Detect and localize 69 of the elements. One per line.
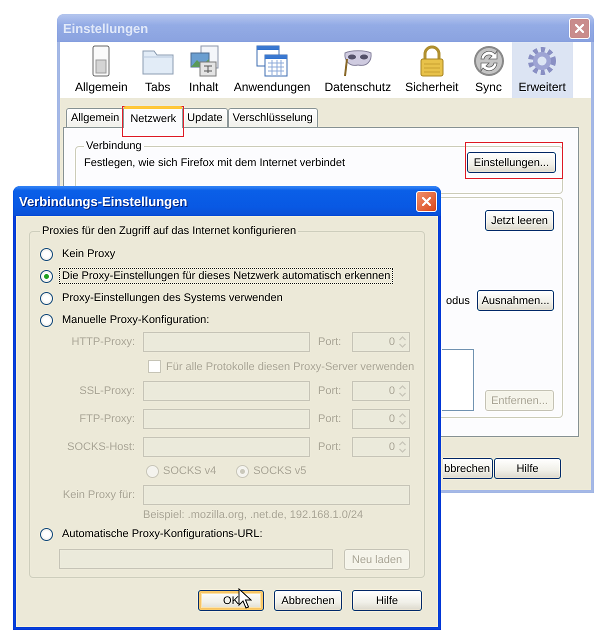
radio-button[interactable] — [40, 270, 53, 282]
tab[interactable]: Allgemein — [66, 108, 124, 127]
tab[interactable]: Netzwerk — [123, 106, 184, 128]
sync-icon — [472, 45, 505, 77]
radio-label: SOCKS v4 — [163, 465, 216, 477]
port-label: Port: — [318, 385, 342, 397]
radio-label: Manuelle Proxy-Konfiguration: — [61, 313, 210, 328]
close-icon — [573, 22, 586, 34]
radio-label: Automatische Proxy-Konfigurations-URL: — [61, 527, 264, 542]
help-button[interactable]: Hilfe — [494, 458, 561, 479]
input-field[interactable] — [59, 549, 333, 569]
spinner-arrows-icon — [397, 411, 408, 427]
tab[interactable]: Verschlüsselung — [228, 108, 318, 127]
toolbar-button[interactable]: Allgemein — [68, 42, 135, 98]
radio-label: Die Proxy-Einstellungen für dieses Netzwerk automatisch erkennen — [59, 268, 394, 284]
radio-label: Proxy-Einstellungen des Systems verwenden — [61, 291, 284, 306]
window-title: Verbindungs-Einstellungen — [19, 194, 188, 208]
checkbox-label: Für alle Protokolle diesen Proxy-Server verwenden — [166, 360, 414, 372]
toolbar-button[interactable]: Inhalt — [180, 42, 227, 98]
documents-icon — [188, 45, 220, 77]
radio-button[interactable] — [40, 248, 53, 260]
toolbar-button[interactable]: Sync — [466, 42, 512, 98]
input-field[interactable] — [143, 332, 310, 352]
toolbar-button[interactable]: Tabs — [134, 42, 181, 98]
list-box[interactable] — [442, 349, 474, 411]
field-label: HTTP-Proxy: — [70, 336, 135, 348]
radio-label: Kein Proxy — [61, 247, 116, 262]
settings-button[interactable]: Einstellungen... — [466, 152, 556, 173]
field-label: SOCKS-Host: — [66, 441, 135, 453]
windows-icon — [256, 45, 288, 77]
spinner-arrows-icon — [397, 334, 408, 350]
toolbar-button[interactable]: Erweitert — [512, 42, 573, 98]
radio-button[interactable] — [40, 528, 53, 540]
gear-icon — [526, 45, 558, 77]
close-button[interactable] — [416, 190, 437, 212]
cancel-button[interactable]: Abbrechen — [274, 590, 342, 611]
toolbar-button[interactable]: Sicherheit — [398, 42, 466, 98]
example-hint: Beispiel: .mozilla.org, .net.de, 192.168.1.0/24 — [143, 509, 364, 521]
group-label: Proxies für den Zugriff auf das Internet konfigurieren — [41, 225, 298, 237]
radio-button[interactable] — [40, 292, 53, 304]
toolbar-button[interactable]: Anwendungen — [226, 42, 318, 98]
close-button[interactable] — [569, 18, 590, 38]
group-label: Verbindung — [85, 140, 143, 152]
clear-now-button[interactable]: Jetzt leeren — [485, 210, 554, 231]
field-label: Kein Proxy für: — [62, 489, 135, 501]
mouse-cursor-icon — [238, 588, 252, 610]
port-label: Port: — [318, 441, 342, 453]
connection-description: Festlegen, wie sich Firefox mit dem Internet verbindet — [84, 156, 346, 168]
cancel-button[interactable]: bbrechen — [443, 458, 493, 479]
input-field[interactable] — [143, 409, 310, 429]
tab[interactable]: Update — [182, 108, 228, 127]
option-label: odus — [446, 294, 470, 306]
close-icon — [420, 194, 433, 208]
port-label: Port: — [318, 336, 342, 348]
input-field[interactable] — [143, 381, 310, 401]
spinner-arrows-icon — [397, 439, 408, 455]
exceptions-button[interactable]: Ausnahmen... — [477, 290, 554, 311]
radio-label: SOCKS v5 — [253, 465, 306, 477]
toolbar-button[interactable]: Datenschutz — [317, 42, 398, 98]
port-label: Port: — [318, 413, 342, 425]
spinner-arrows-icon — [397, 383, 408, 399]
input-field[interactable] — [143, 437, 310, 457]
field-label: SSL-Proxy: — [78, 385, 135, 397]
input-field[interactable] — [143, 485, 410, 505]
field-label: FTP-Proxy: — [78, 413, 135, 425]
radio-button[interactable] — [40, 314, 53, 326]
help-button[interactable]: Hilfe — [352, 590, 422, 611]
ok-button[interactable]: OK — [198, 590, 264, 611]
window-title: Einstellungen — [63, 20, 148, 36]
